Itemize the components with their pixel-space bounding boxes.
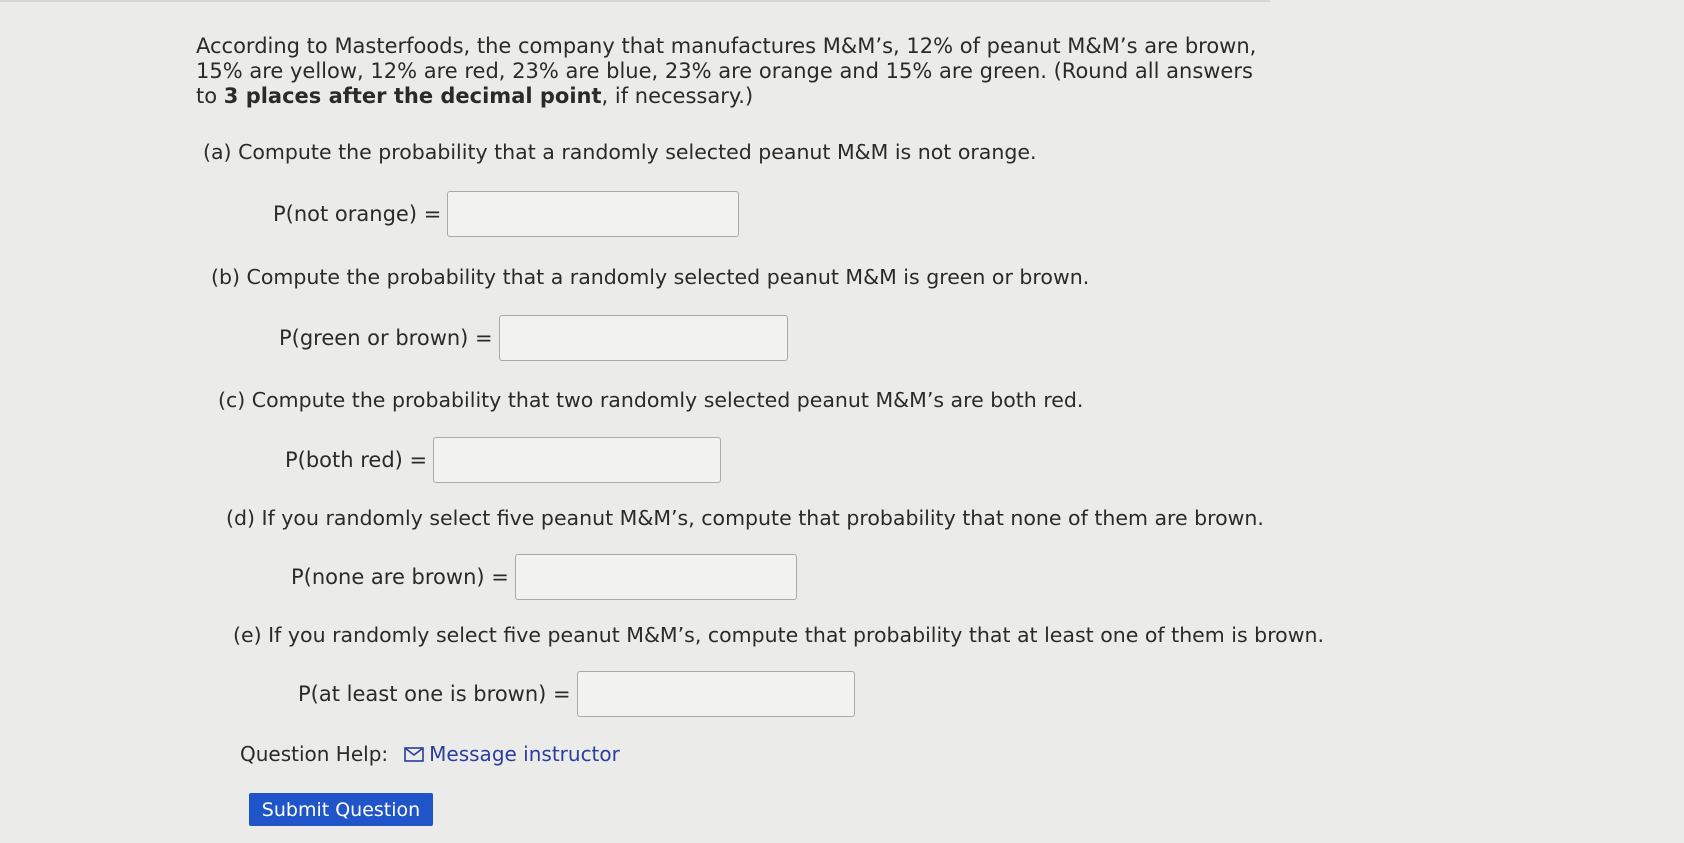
part-b-answer-row: P(green or brown) = bbox=[279, 315, 788, 361]
intro-bold-text: 3 places after the decimal point bbox=[223, 84, 602, 108]
part-e-label: P(at least one is brown) = bbox=[298, 682, 571, 706]
part-c-answer-input[interactable] bbox=[433, 437, 722, 483]
message-instructor-text: Message instructor bbox=[429, 742, 620, 766]
question-help-label: Question Help: bbox=[240, 742, 389, 766]
part-a-question: (a) Compute the probability that a rando… bbox=[203, 140, 1037, 164]
top-divider bbox=[0, 0, 1270, 2]
part-e-answer-row: P(at least one is brown) = bbox=[298, 671, 855, 717]
part-d-label: P(none are brown) = bbox=[291, 565, 509, 589]
intro-text-end: , if necessary.) bbox=[601, 84, 754, 108]
part-d-question: (d) If you randomly select five peanut M… bbox=[226, 506, 1264, 530]
part-e-question: (e) If you randomly select five peanut M… bbox=[233, 623, 1324, 647]
part-a-label: P(not orange) = bbox=[273, 202, 442, 226]
part-c-answer-row: P(both red) = bbox=[285, 437, 722, 483]
part-a-answer-input[interactable] bbox=[447, 191, 740, 237]
submit-question-button[interactable]: Submit Question bbox=[249, 793, 433, 826]
envelope-icon bbox=[404, 746, 424, 762]
question-intro: According to Masterfoods, the company th… bbox=[196, 34, 1266, 109]
part-d-answer-input[interactable] bbox=[514, 554, 797, 600]
part-e-answer-input[interactable] bbox=[576, 671, 855, 717]
part-b-label: P(green or brown) = bbox=[279, 326, 493, 350]
message-instructor-link[interactable]: Message instructor bbox=[404, 742, 620, 766]
part-b-answer-input[interactable] bbox=[498, 315, 788, 361]
part-c-question: (c) Compute the probability that two ran… bbox=[218, 388, 1084, 412]
part-d-answer-row: P(none are brown) = bbox=[291, 554, 797, 600]
part-a-answer-row: P(not orange) = bbox=[273, 191, 740, 237]
question-help: Question Help: Message instructor bbox=[240, 742, 620, 766]
part-c-label: P(both red) = bbox=[285, 448, 428, 472]
part-b-question: (b) Compute the probability that a rando… bbox=[211, 265, 1090, 289]
